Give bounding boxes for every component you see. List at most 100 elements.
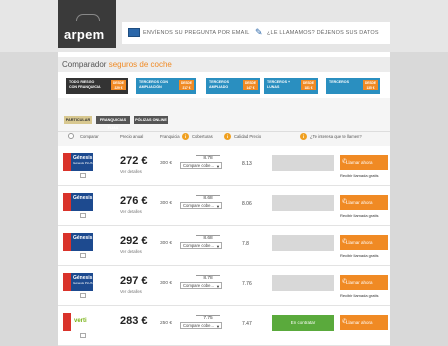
call-button[interactable]: ✆ Llamar ahora [340,315,388,330]
details-link[interactable]: Ver detalles [120,209,142,214]
insurer-logo-name: Génesis Génesis PLUS [71,273,93,291]
callback-link[interactable]: ¿LE LLAMAMOS? DÉJENOS SUS DATOS [267,30,379,36]
annual-price: 272 € [120,155,148,167]
phone-icon: ✆ [342,279,348,285]
price-badge: DESDE 147 € [243,80,258,90]
quality-value: 8.06 [242,201,252,207]
insurer-logo: verti [63,313,93,331]
contract-button[interactable]: En contratar [272,315,334,331]
main-panel: Comparador seguros de coche TODO RIESGO … [58,52,390,346]
logo[interactable]: arpem [58,0,116,48]
insurer-logo-name: verti [71,313,93,331]
price-badge: DESDE 229 € [111,80,126,90]
info-icon[interactable]: i [224,133,231,140]
table-row: Génesis 292 € Ver detalles 300 € 8.68 Co… [58,226,390,266]
callback-free-link[interactable]: Recibir llamada gratis [340,173,378,178]
breadcrumb-prefix: Comparador [62,60,107,69]
table-row: Génesis Génesis PLUS 297 € Ver detalles 3… [58,266,390,306]
compare-checkbox[interactable] [80,253,86,258]
quality-value: 7.76 [242,281,252,287]
email-link[interactable]: ENVÍENOS SU PREGUNTA POR EMAIL [143,30,249,36]
callback-free-link[interactable]: Recibir llamada gratis [340,213,378,218]
insurer-logo: Génesis Génesis PLUS [63,273,93,291]
insurer-logo-bar [63,313,71,331]
phone-icon: ✆ [342,199,348,205]
coverage-value: 8.78 [196,275,220,281]
call-label: Llamar ahora [346,240,373,245]
filter-online[interactable]: PÓLIZAS ONLINE [134,116,168,124]
breadcrumb-highlight: seguros de coche [108,60,172,69]
tab-label: TERCEROS AMPLIADO [209,80,229,89]
franchise-value: 300 € [160,281,173,286]
annual-price: 283 € [120,315,148,327]
coverage-value: 8.78 [196,155,220,161]
info-icon[interactable]: i [182,133,189,140]
coverage-value: 8.68 [196,235,220,241]
header-coverage: Coberturas [192,134,213,139]
insurer-logo: Génesis [63,233,93,251]
call-button[interactable]: ✆ Llamar ahora [340,275,388,290]
call-button[interactable]: ✆ Llamar ahora [340,195,388,210]
header-quality: Calidad Precio [234,134,262,139]
top-bar: arpem ENVÍENOS SU PREGUNTA POR EMAIL ✎ ¿… [0,0,448,52]
phone-icon: ✆ [342,239,348,245]
callback-free-link[interactable]: Recibir llamada gratis [340,293,378,298]
callback-free-link[interactable]: Recibir llamada gratis [340,253,378,258]
coverage-select[interactable]: Compare cobe... ▼ [180,202,222,209]
details-link[interactable]: Ver detalles [120,249,142,254]
pencil-icon: ✎ [255,27,263,37]
info-icon[interactable]: i [300,133,307,140]
tab-terceros[interactable]: TERCEROS DESDE 135 € [326,78,380,94]
header-franchise: Franquicia [160,134,180,139]
tab-terceros-lunas[interactable]: TERCEROS + LUNAS DESDE 181 € [264,78,318,94]
franchise-value: 300 € [160,201,173,206]
chevron-down-icon: ▼ [216,204,220,209]
filter-franquicias[interactable]: FRANQUICIAS FIJAS [96,116,130,130]
compare-checkbox[interactable] [80,173,86,178]
header-compare: Comparar [80,134,99,139]
tab-todo-riesgo[interactable]: TODO RIESGO CON FRANQUICIA DESDE 229 € [66,78,128,94]
compare-checkbox[interactable] [80,333,86,338]
quality-value: 8.13 [242,161,252,167]
quality-value: 7.8 [242,241,249,247]
compare-checkbox[interactable] [80,293,86,298]
annual-price: 276 € [120,195,148,207]
tab-terceros-ampliacion[interactable]: TERCEROS CON AMPLIACIÓN DESDE 217 € [136,78,196,94]
annual-price: 297 € [120,275,148,287]
phone-icon: ✆ [342,319,348,325]
call-button[interactable]: ✆ Llamar ahora [340,235,388,250]
tab-terceros-ampliado[interactable]: TERCEROS AMPLIADO DESDE 147 € [206,78,260,94]
mini-banner [272,275,334,291]
logo-text: arpem [64,27,105,42]
franchise-value: 300 € [160,241,173,246]
tab-label: TODO RIESGO CON FRANQUICIA [69,80,101,89]
filter-particular[interactable]: PARTICULAR [64,116,92,124]
coverage-select[interactable]: Compare cobe... ▼ [180,162,222,169]
details-link[interactable]: Ver detalles [120,289,142,294]
coverage-value: 8.68 [196,195,220,201]
header-price: Precio anual [120,134,144,139]
insurer-name: Génesis [73,195,93,201]
insurer-logo-bar [63,273,71,291]
envelope-icon [128,28,140,37]
select-value: Compare cobe... [183,243,214,248]
call-button[interactable]: ✆ Llamar ahora [340,155,388,170]
call-label: Llamar ahora [346,320,373,325]
chevron-down-icon: ▼ [216,244,220,249]
table-row: Génesis Génesis PLUS 272 € Ver detalles 3… [58,146,390,186]
insurer-sub: Génesis PLUS [73,281,93,285]
contact-bar: ENVÍENOS SU PREGUNTA POR EMAIL ✎ ¿LE LLA… [122,22,390,44]
insurer-logo-bar [63,193,71,211]
compare-checkbox[interactable] [80,213,86,218]
insurer-logo: Génesis Génesis PLUS [63,153,93,171]
call-label: Llamar ahora [346,200,373,205]
compare-radio[interactable] [68,133,74,139]
coverage-select[interactable]: Compare cobe... ▼ [180,322,222,329]
coverage-select[interactable]: Compare cobe... ▼ [180,282,222,289]
select-value: Compare cobe... [183,163,214,168]
chevron-down-icon: ▼ [216,284,220,289]
franchise-value: 300 € [160,161,173,166]
details-link[interactable]: Ver detalles [120,169,142,174]
coverage-select[interactable]: Compare cobe... ▼ [180,242,222,249]
insurer-sub: Génesis PLUS [73,161,93,165]
